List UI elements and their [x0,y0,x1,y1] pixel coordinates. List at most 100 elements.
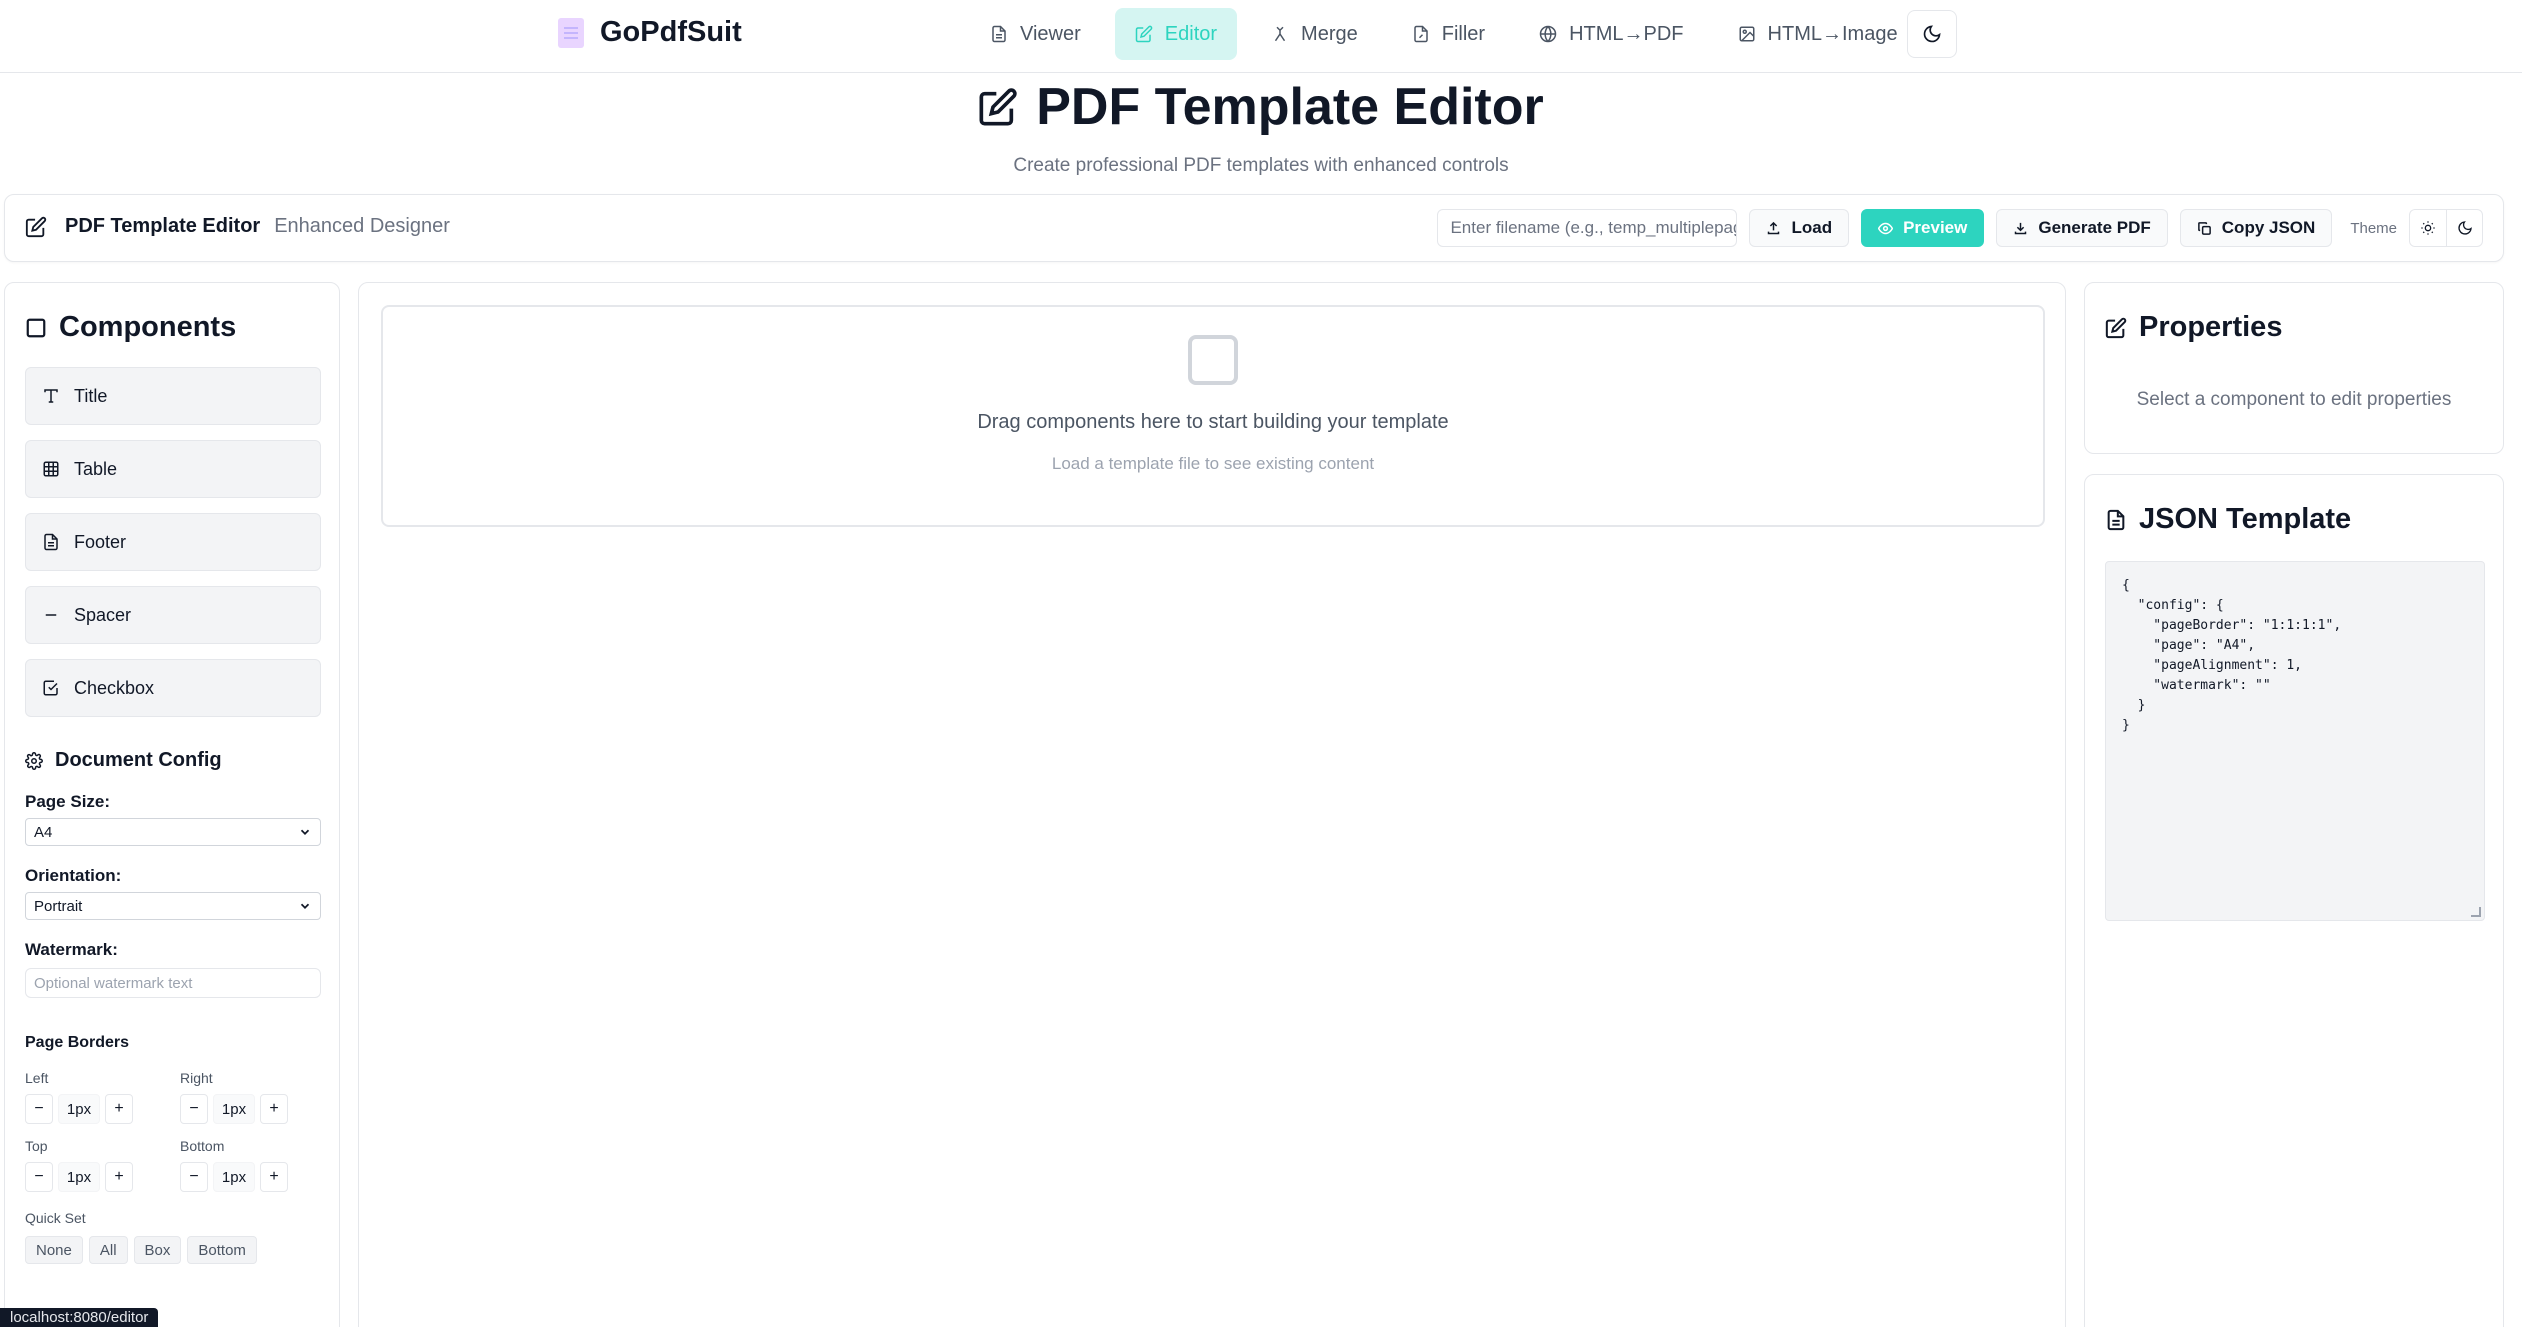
download-icon [2015,222,2027,234]
border-right-decrement[interactable]: − [180,1094,208,1124]
watermark-input[interactable]: Optional watermark text [25,968,321,998]
quick-set-buttons: None All Box Bottom [25,1236,325,1264]
border-bottom-increment[interactable]: + [260,1162,288,1192]
page-header: PDF Template Editor Create professional … [0,73,2522,177]
square-icon [26,318,46,337]
image-icon [1739,26,1755,42]
edit-icon [979,88,1017,126]
json-template-heading: JSON Template [2105,503,2351,536]
quick-set-all-button[interactable]: All [88,1236,128,1264]
page-title-text: PDF Template Editor [1036,78,1544,136]
border-left-group: Left − 1px + [25,1070,180,1124]
merge-icon [1274,26,1286,42]
border-bottom-label: Bottom [180,1138,225,1154]
components-heading: Components [25,311,236,344]
component-label: Spacer [74,604,132,625]
status-url: localhost:8080/editor [0,1308,159,1327]
border-top-value[interactable]: 1px [58,1162,100,1192]
component-list: Title Table Footer Spacer Checkbox [25,367,321,732]
nav-editor-label: Editor [1164,22,1218,45]
nav-filler[interactable]: Filler [1392,8,1505,60]
page-borders-grid: Left − 1px + Right − 1px + Top − 1px + B… [25,1070,325,1192]
chevron-down-icon [300,903,310,909]
filename-input[interactable]: Enter filename (e.g., temp_multiplepage.… [1437,209,1738,247]
file-text-icon [44,533,58,551]
quick-set-label: Quick Set [25,1210,86,1226]
nav-merge[interactable]: Merge [1251,8,1378,60]
quick-set-bottom-button[interactable]: Bottom [187,1236,257,1264]
moon-icon [1923,25,1941,43]
nav-html-image-label: HTML→Image [1767,22,1898,45]
nav-html-pdf[interactable]: HTML→PDF [1519,8,1703,60]
border-top-label: Top [25,1138,48,1154]
top-nav: GoPdfSuit Viewer Editor Merge Filler HTM… [0,0,2522,73]
json-template-panel: JSON Template { "config": { "pageBorder"… [2084,474,2504,1327]
border-right-value[interactable]: 1px [213,1094,255,1124]
drop-zone-hint: Load a template file to see existing con… [1051,454,1375,473]
component-checkbox[interactable]: Checkbox [25,659,321,717]
component-spacer[interactable]: Spacer [25,586,321,644]
dark-mode-toggle[interactable] [1907,10,1957,58]
document-config-heading-text: Document Config [55,749,222,771]
component-table[interactable]: Table [25,440,321,498]
page-size-select[interactable]: A4 [25,818,321,846]
file-edit-icon [1413,25,1428,43]
border-left-increment[interactable]: + [105,1094,133,1124]
border-left-label: Left [25,1070,49,1086]
component-label: Footer [74,531,127,552]
watermark-label: Watermark: [25,940,118,959]
globe-icon [1539,25,1557,43]
component-label: Checkbox [74,677,155,698]
load-label: Load [1791,218,1833,237]
document-config: Document Config Page Size: A4 Orientatio… [25,749,325,1264]
border-top-group: Top − 1px + [25,1138,180,1192]
component-footer[interactable]: Footer [25,513,321,571]
toolbar-heading: PDF Template Editor Enhanced Designer [25,215,450,238]
json-template-textarea[interactable]: { "config": { "pageBorder": "1:1:1:1", "… [2105,561,2485,921]
upload-icon [1768,221,1780,234]
toolbar-actions: Enter filename (e.g., temp_multiplepage.… [1437,209,2483,247]
preview-button[interactable]: Preview [1861,209,1985,247]
border-bottom-decrement[interactable]: − [180,1162,208,1192]
editor-toolbar: PDF Template Editor Enhanced Designer En… [4,194,2504,262]
eye-icon [1878,222,1894,234]
generate-pdf-label: Generate PDF [2038,218,2151,237]
copy-json-label: Copy JSON [2221,218,2316,237]
dark-theme-button[interactable] [2446,210,2482,246]
page-subtitle: Create professional PDF templates with e… [1013,155,1509,176]
nav-viewer[interactable]: Viewer [970,8,1101,60]
nav-html-image[interactable]: HTML→Image [1718,8,1918,60]
template-canvas: Drag components here to start building y… [358,282,2066,1327]
page-size-label: Page Size: [25,792,111,811]
quick-set-box-button[interactable]: Box [133,1236,182,1264]
border-left-decrement[interactable]: − [25,1094,53,1124]
orientation-value: Portrait [34,897,83,915]
check-square-icon [43,680,58,696]
border-right-increment[interactable]: + [260,1094,288,1124]
pdf-logo-icon [558,17,584,48]
copy-json-button[interactable]: Copy JSON [2179,209,2333,247]
component-title[interactable]: Title [25,367,321,425]
border-left-value[interactable]: 1px [58,1094,100,1124]
orientation-select[interactable]: Portrait [25,892,321,920]
border-top-decrement[interactable]: − [25,1162,53,1192]
border-bottom-stepper: − 1px + [180,1162,335,1192]
border-bottom-group: Bottom − 1px + [180,1138,335,1192]
drop-zone[interactable]: Drag components here to start building y… [381,305,2045,527]
type-icon [44,389,58,403]
nav-links: Viewer Editor Merge Filler HTML→PDF HTML… [970,8,1918,60]
sun-icon [2421,221,2435,235]
theme-label: Theme [2350,219,2397,237]
border-top-increment[interactable]: + [105,1162,133,1192]
load-button[interactable]: Load [1749,209,1850,247]
quick-set-none-button[interactable]: None [25,1236,83,1264]
nav-editor[interactable]: Editor [1114,8,1238,60]
brand[interactable]: GoPdfSuit [558,16,742,49]
page-borders-heading: Page Borders [25,1034,130,1051]
minus-icon [45,614,57,616]
light-theme-button[interactable] [2410,210,2446,246]
border-bottom-value[interactable]: 1px [213,1162,255,1192]
generate-pdf-button[interactable]: Generate PDF [1996,209,2168,247]
nav-filler-label: Filler [1441,22,1486,45]
table-icon [43,461,59,477]
